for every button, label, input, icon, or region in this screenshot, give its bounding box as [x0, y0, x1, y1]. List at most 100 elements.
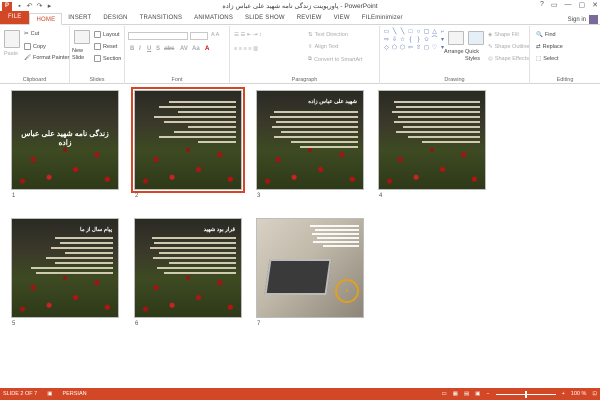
slide-thumbnail-5[interactable]: پیام سال از ما: [11, 218, 119, 318]
slide-thumbnail-6[interactable]: قرار بود شهید: [134, 218, 242, 318]
shape-pentagon-icon[interactable]: ⬠: [391, 45, 398, 52]
tab-view[interactable]: VIEW: [328, 12, 356, 24]
account-area[interactable]: Sign in: [568, 15, 598, 24]
tab-animations[interactable]: ANIMATIONS: [188, 12, 239, 24]
slide-sorter-view-icon[interactable]: ▦: [453, 391, 458, 397]
paste-icon[interactable]: [4, 30, 20, 48]
shape-oval-icon[interactable]: ○: [415, 29, 422, 36]
brush-icon: 🖌: [24, 55, 31, 61]
shape-heart-icon[interactable]: ♡: [431, 45, 438, 52]
section-button[interactable]: Section: [94, 55, 121, 62]
shape-callout-icon[interactable]: ◻: [423, 45, 430, 52]
slide-thumbnail-2[interactable]: [131, 87, 245, 193]
tab-file[interactable]: FILE: [0, 11, 30, 24]
change-case-button[interactable]: Aa: [192, 46, 200, 52]
shape-hex-icon[interactable]: ⬡: [399, 45, 406, 52]
char-spacing-button[interactable]: AV: [180, 46, 188, 52]
tab-design[interactable]: DESIGN: [97, 12, 133, 24]
shape-more-icon[interactable]: ▾: [439, 37, 446, 44]
strikethrough-button[interactable]: abc: [164, 46, 174, 52]
help-button[interactable]: ?: [540, 1, 544, 9]
italic-button[interactable]: I: [139, 46, 141, 52]
shapes-gallery[interactable]: ▭ ╲ ╲ □ ○ ▢ △ ⌐ ⇨ ⇩ ☆{} ✩ ⌒ ▾ ◇ ⬠ ⬡ ⇦ ⇧ ◻ ♡ ▾: [383, 29, 446, 59]
replace-button[interactable]: ⇄ Replace: [536, 44, 563, 50]
font-name-box[interactable]: [128, 32, 188, 40]
shape-line-icon[interactable]: ╲: [391, 29, 398, 36]
shape-fill-button[interactable]: ◈ Shape Fill: [488, 32, 519, 38]
reading-view-icon[interactable]: ▤: [464, 391, 469, 397]
bullets-buttons[interactable]: ☰ ☰ ⇤ ⇥ ↕: [234, 32, 262, 38]
tab-transitions[interactable]: TRANSITIONS: [134, 12, 189, 24]
shape-outline-button[interactable]: ✎ Shape Outline: [488, 44, 529, 50]
slide-thumbnail-7[interactable]: ●: [256, 218, 364, 318]
quick-styles-icon[interactable]: [468, 31, 484, 45]
find-button[interactable]: 🔍 Find: [536, 32, 556, 38]
tab-insert[interactable]: INSERT: [62, 12, 97, 24]
shape-arrow-right-icon[interactable]: ⇨: [383, 37, 390, 44]
zoom-level[interactable]: 100 %: [571, 391, 587, 397]
layout-button[interactable]: Layout: [94, 31, 120, 38]
shape-arrow-down-icon[interactable]: ⇩: [391, 37, 398, 44]
slide-number: 3: [257, 193, 261, 199]
proofing-icon[interactable]: ▣: [47, 391, 52, 397]
close-button[interactable]: ✕: [592, 1, 598, 9]
zoom-thumb[interactable]: [524, 390, 527, 398]
avatar[interactable]: [589, 15, 598, 24]
shape-arrow-up-icon[interactable]: ⇧: [415, 45, 422, 52]
shadow-button[interactable]: S: [156, 46, 160, 52]
shape-rounded-icon[interactable]: ▢: [423, 29, 430, 36]
fit-slide-icon[interactable]: ⊡: [592, 391, 597, 397]
underline-button[interactable]: U: [147, 46, 151, 52]
slide-counter[interactable]: SLIDE 2 OF 7: [3, 391, 37, 397]
new-slide-icon[interactable]: [74, 30, 90, 44]
shape-line2-icon[interactable]: ╲: [399, 29, 406, 36]
cut-button[interactable]: ✂ Cut: [24, 31, 39, 37]
tab-home[interactable]: HOME: [29, 13, 63, 25]
shape-effects-button[interactable]: ◎ Shape Effects: [488, 56, 529, 62]
signin-link[interactable]: Sign in: [568, 17, 586, 23]
bold-button[interactable]: B: [130, 46, 134, 52]
text-direction-button[interactable]: ⇅ Text Direction: [308, 32, 348, 38]
tab-fileminimizer[interactable]: FILEminimizer: [356, 12, 409, 24]
arrange-icon[interactable]: [448, 31, 464, 45]
shape-brace2-icon[interactable]: }: [415, 37, 422, 44]
shape-star-icon[interactable]: ☆: [399, 37, 406, 44]
select-button[interactable]: ⬚ Select: [536, 56, 559, 62]
quick-styles-button[interactable]: Quick Styles: [465, 49, 485, 63]
shape-curve-icon[interactable]: ⌒: [431, 37, 438, 44]
convert-smartart-button[interactable]: ⧉ Convert to SmartArt: [308, 56, 363, 63]
new-slide-button[interactable]: New Slide: [72, 48, 94, 62]
shape-brace-icon[interactable]: {: [407, 37, 414, 44]
shape-diamond-icon[interactable]: ◇: [383, 45, 390, 52]
zoom-out-button[interactable]: −: [486, 391, 489, 397]
slideshow-view-icon[interactable]: ▣: [475, 391, 480, 397]
format-painter-button[interactable]: 🖌 Format Painter: [24, 55, 69, 61]
tab-slide-show[interactable]: SLIDE SHOW: [239, 12, 291, 24]
slide-thumbnail-4[interactable]: [378, 90, 486, 190]
zoom-in-button[interactable]: +: [562, 391, 565, 397]
maximize-button[interactable]: ▢: [579, 1, 586, 9]
language-indicator[interactable]: PERSIAN: [62, 391, 86, 397]
shape-arrow-left-icon[interactable]: ⇦: [407, 45, 414, 52]
shape-rect-icon[interactable]: □: [407, 29, 414, 36]
shape-star2-icon[interactable]: ✩: [423, 37, 430, 44]
font-size-box[interactable]: [190, 32, 208, 40]
align-text-button[interactable]: ⇳ Align Text: [308, 44, 338, 50]
shape-textbox-icon[interactable]: ▭: [383, 29, 390, 36]
normal-view-icon[interactable]: ▭: [442, 391, 447, 397]
align-buttons[interactable]: ≡ ≡ ≡ ≡ ▥: [234, 46, 258, 52]
ribbon-display-button[interactable]: ▭: [551, 1, 558, 9]
slide-thumbnail-3[interactable]: شهید علی عباس زاده: [256, 90, 364, 190]
slide-thumbnail-1[interactable]: زندگی نامه شهید علی عباس زاده: [11, 90, 119, 190]
minimize-button[interactable]: —: [565, 1, 572, 9]
tab-review[interactable]: REVIEW: [291, 12, 328, 24]
arrange-button[interactable]: Arrange: [444, 49, 464, 55]
copy-button[interactable]: Copy: [24, 43, 46, 50]
font-color-button[interactable]: A: [205, 46, 209, 52]
reset-button[interactable]: Reset: [94, 43, 117, 50]
paste-button[interactable]: Paste: [4, 51, 18, 57]
font-grow-shrink[interactable]: A A: [211, 32, 219, 38]
zoom-slider[interactable]: [495, 390, 556, 398]
shape-triangle-icon[interactable]: △: [431, 29, 438, 36]
shape-corner-icon[interactable]: ⌐: [439, 29, 446, 36]
